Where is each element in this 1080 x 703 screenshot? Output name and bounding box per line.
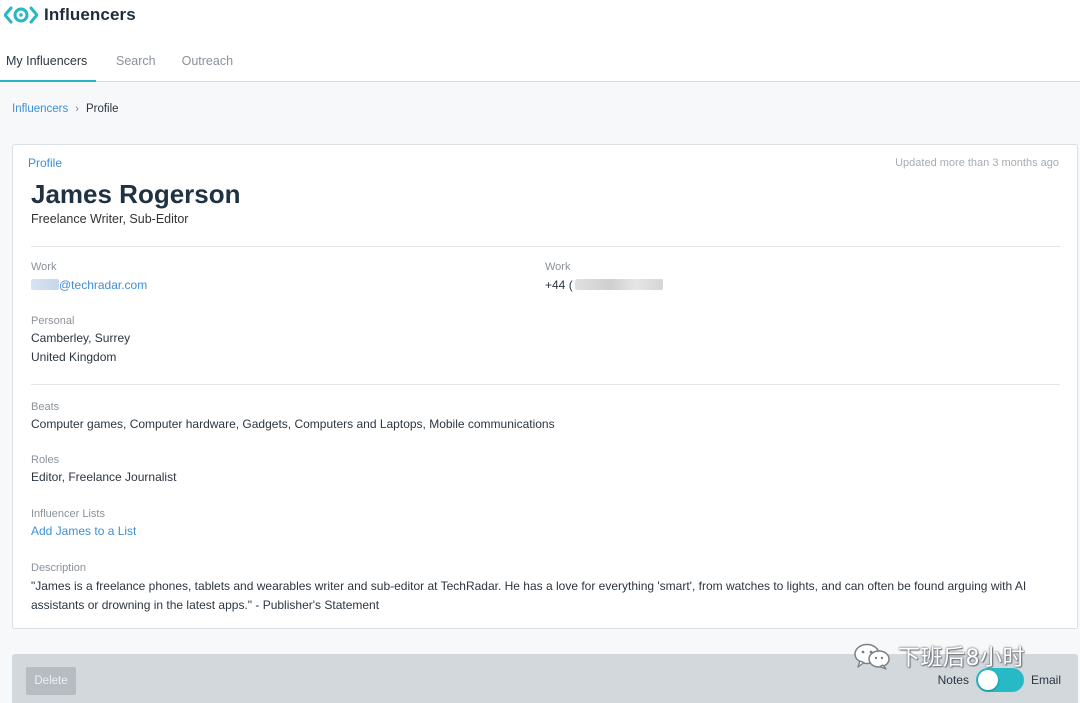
- work-email-label: Work: [31, 261, 57, 273]
- toggle-label-notes: Notes: [937, 673, 969, 687]
- influencer-title: Freelance Writer, Sub-Editor: [31, 212, 189, 226]
- updated-timestamp: Updated more than 3 months ago: [895, 157, 1059, 169]
- brand[interactable]: Influencers: [4, 3, 136, 27]
- work-phone-text: +44 (: [545, 278, 573, 292]
- work-phone-value: +44 (: [545, 276, 663, 295]
- redacted-block: [31, 279, 59, 290]
- beats-value: Computer games, Computer hardware, Gadge…: [31, 417, 555, 431]
- profile-card: Profile Updated more than 3 months ago J…: [12, 144, 1078, 629]
- wechat-icon: [854, 643, 890, 670]
- description-label: Description: [31, 562, 87, 574]
- divider: [31, 246, 1060, 247]
- tab-outreach[interactable]: Outreach: [176, 40, 239, 81]
- toggle-label-email: Email: [1030, 673, 1061, 687]
- delete-button[interactable]: Delete: [26, 667, 76, 695]
- breadcrumb-current: Profile: [85, 103, 119, 115]
- app-header: Influencers My Influencers Search Outrea…: [0, 0, 1080, 82]
- toggle-knob[interactable]: [977, 670, 998, 690]
- work-email-link[interactable]: @techradar.com: [59, 278, 147, 292]
- watermark: 下班后8小时: [852, 640, 1025, 672]
- influencer-name: James Rogerson: [31, 179, 241, 209]
- tab-my-influencers[interactable]: My Influencers: [0, 40, 96, 82]
- redacted-block: [574, 279, 663, 290]
- tab-search[interactable]: Search: [110, 40, 162, 81]
- roles-label: Roles: [31, 454, 60, 466]
- app-title: Influencers: [44, 5, 136, 24]
- personal-address-line-2: United Kingdom: [31, 350, 117, 364]
- influencer-lists-label: Influencer Lists: [31, 508, 105, 520]
- work-email-value[interactable]: @techradar.com: [31, 276, 147, 295]
- divider: [31, 384, 1060, 385]
- watermark-text: 下班后8小时: [898, 646, 1025, 671]
- profile-section-label: Profile: [28, 156, 63, 170]
- roles-value: Editor, Freelance Journalist: [31, 470, 177, 484]
- breadcrumb: Influencers › Profile: [12, 103, 119, 115]
- breadcrumb-influencers-link[interactable]: Influencers: [12, 103, 68, 115]
- eye-logo-icon: [4, 6, 38, 24]
- description-text: "James is a freelance phones, tablets an…: [31, 579, 1027, 612]
- breadcrumb-separator-icon: ›: [75, 103, 79, 115]
- personal-address-line-1: Camberley, Surrey: [31, 331, 131, 345]
- beats-label: Beats: [31, 401, 60, 413]
- personal-label: Personal: [31, 315, 75, 327]
- work-phone-label: Work: [545, 261, 571, 273]
- add-to-list-link[interactable]: Add James to a List: [31, 522, 136, 541]
- main-tabs: My Influencers Search Outreach: [0, 40, 239, 82]
